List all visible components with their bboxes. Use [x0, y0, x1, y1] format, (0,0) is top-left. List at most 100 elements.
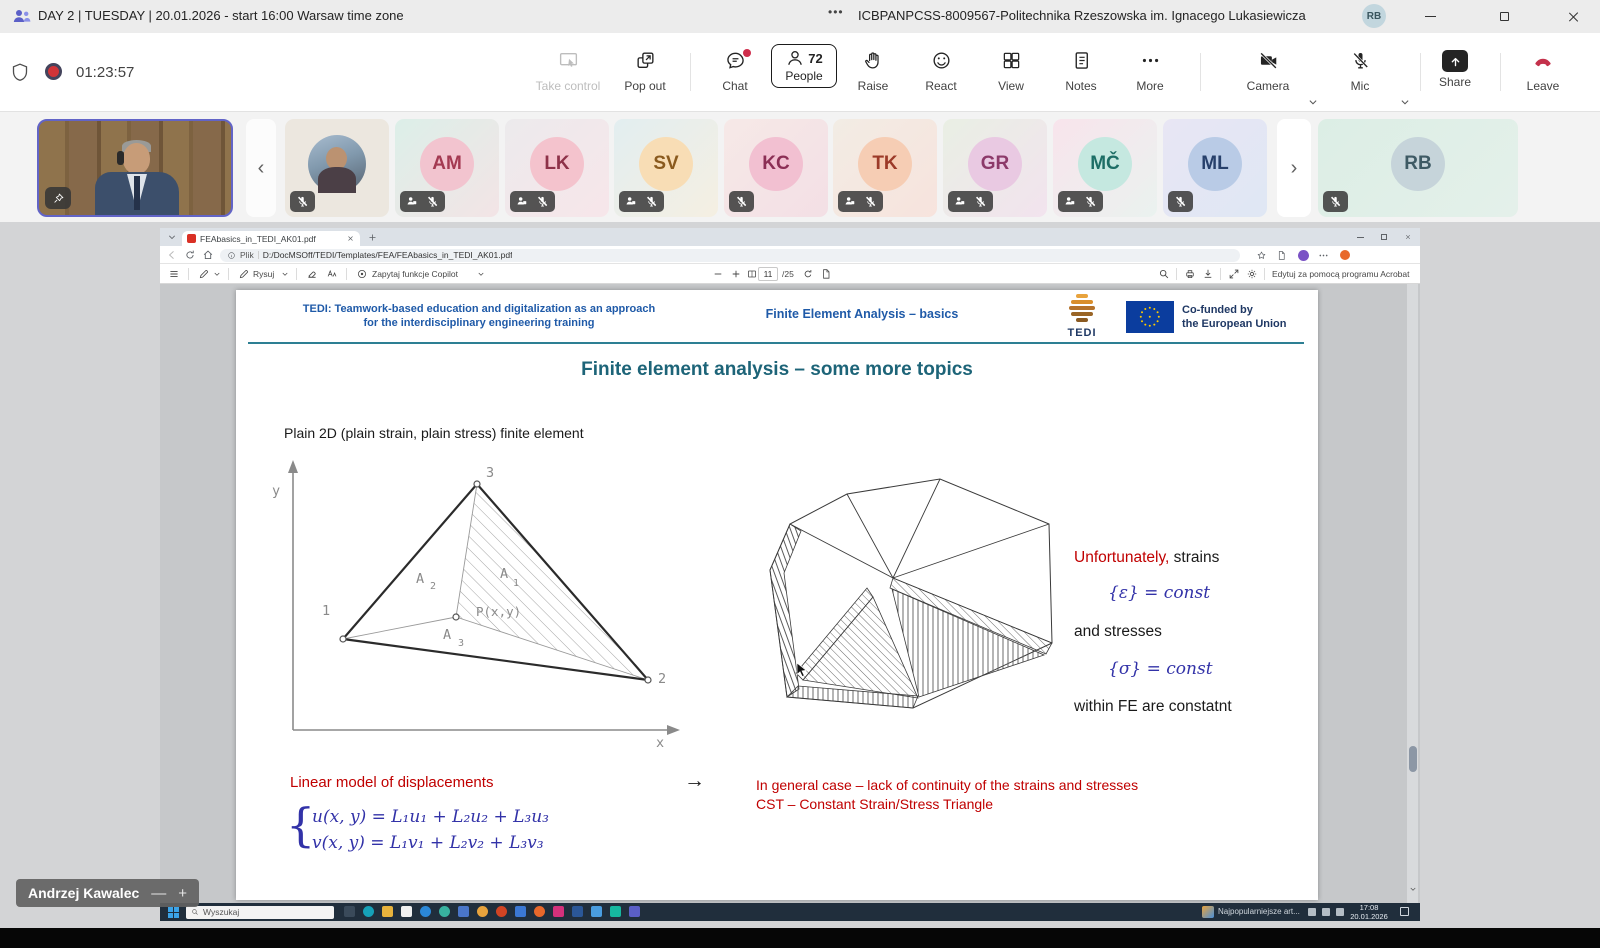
pinned-presenter-video[interactable]	[37, 119, 233, 217]
taskbar-app-icon[interactable]	[382, 906, 393, 917]
taskbar-news-widget[interactable]: Najpopularniejsze art...	[1202, 906, 1300, 918]
draw-pen-icon[interactable]	[238, 268, 250, 280]
pop-out-button[interactable]: Pop out	[613, 50, 677, 93]
tray-up-icon[interactable]	[1308, 908, 1316, 916]
eraser-icon[interactable]	[306, 268, 318, 280]
camera-options-chevron-icon[interactable]	[1306, 95, 1320, 109]
participant-tile[interactable]: LK	[505, 119, 609, 217]
taskbar-app-icon[interactable]	[439, 906, 450, 917]
participant-tile[interactable]	[285, 119, 389, 217]
leave-button[interactable]: Leave	[1515, 50, 1571, 93]
acrobat-edit-label[interactable]: Edytuj za pomocą programu Acrobat	[1272, 269, 1410, 279]
filmstrip-next-button[interactable]: ›	[1277, 119, 1311, 217]
more-button[interactable]: More	[1118, 50, 1182, 93]
participant-tile[interactable]: ML	[1163, 119, 1267, 217]
taskbar-app-icon[interactable]	[534, 906, 545, 917]
copilot-label[interactable]: Zapytaj funkcje Copilot	[372, 269, 458, 279]
participant-tile[interactable]: SV	[614, 119, 718, 217]
page-number-input[interactable]: 11	[758, 267, 778, 281]
copilot-chat-icon[interactable]	[1340, 250, 1350, 260]
pdf-menu-icon[interactable]	[168, 268, 180, 280]
take-control-button[interactable]: Take control	[533, 50, 603, 93]
browser-minimize-button[interactable]	[1348, 228, 1372, 246]
filmstrip-prev-button[interactable]: ‹	[246, 119, 276, 217]
back-icon[interactable]	[166, 249, 178, 261]
react-button[interactable]: React	[909, 50, 973, 93]
zoom-in-icon[interactable]	[730, 268, 742, 280]
share-button[interactable]: Share	[1427, 50, 1483, 89]
highlighter-icon[interactable]	[198, 268, 210, 280]
participant-tile[interactable]: AM	[395, 119, 499, 217]
taskbar-app-icon[interactable]	[477, 906, 488, 917]
browser-close-button[interactable]	[1396, 228, 1420, 246]
fit-page-icon[interactable]	[746, 268, 758, 280]
scrollbar-down-icon[interactable]	[1408, 884, 1418, 894]
copilot-icon[interactable]	[356, 268, 368, 280]
home-icon[interactable]	[202, 249, 214, 261]
notification-center-icon[interactable]	[1400, 907, 1409, 916]
participant-tile[interactable]: MČ	[1053, 119, 1157, 217]
pdf-scrollbar[interactable]	[1407, 284, 1418, 903]
search-icon[interactable]	[1158, 268, 1170, 280]
draw-chevron-icon[interactable]	[280, 268, 290, 280]
new-tab-icon[interactable]	[367, 232, 378, 243]
taskbar-app-icon[interactable]	[344, 906, 355, 917]
volume-icon[interactable]	[1336, 908, 1344, 916]
scrollbar-thumb[interactable]	[1409, 746, 1417, 772]
taskbar-app-icon[interactable]	[553, 906, 564, 917]
notes-button[interactable]: Notes	[1049, 50, 1113, 93]
mic-options-chevron-icon[interactable]	[1398, 95, 1412, 109]
profile-avatar-icon[interactable]	[1298, 250, 1309, 261]
draw-label[interactable]: Rysuj	[253, 269, 274, 279]
mic-button[interactable]: Mic	[1328, 50, 1392, 93]
participant-tile[interactable]: TK	[833, 119, 937, 217]
taskbar-clock[interactable]: 17:0820.01.2026	[1346, 904, 1392, 921]
participant-tile[interactable]: GR	[943, 119, 1047, 217]
taskbar-app-icon[interactable]	[591, 906, 602, 917]
user-avatar[interactable]: RB	[1362, 4, 1386, 28]
favorites-star-icon[interactable]	[1256, 250, 1267, 261]
people-button[interactable]: 72 People	[771, 44, 837, 88]
page-view-icon[interactable]	[820, 268, 832, 280]
taskbar-app-icon[interactable]	[629, 906, 640, 917]
save-icon[interactable]	[1202, 268, 1214, 280]
network-icon[interactable]	[1322, 908, 1330, 916]
view-button[interactable]: View	[979, 50, 1043, 93]
zoom-out-icon[interactable]	[712, 268, 724, 280]
print-icon[interactable]	[1184, 268, 1196, 280]
highlighter-chevron-icon[interactable]	[212, 268, 222, 280]
taskbar-app-icon[interactable]	[420, 906, 431, 917]
participant-tile[interactable]: RB	[1318, 119, 1518, 217]
expand-icon[interactable]	[1228, 268, 1240, 280]
url-field[interactable]: Plik D:/DocMSOff/TEDI/Templates/FEA/FEAb…	[220, 249, 1240, 262]
taskbar-app-icon[interactable]	[610, 906, 621, 917]
minimize-button[interactable]	[1408, 0, 1452, 33]
raise-hand-button[interactable]: Raise	[841, 50, 905, 93]
refresh-icon[interactable]	[184, 249, 196, 261]
zoom-out-control[interactable]: —	[151, 885, 166, 902]
collections-icon[interactable]	[1276, 250, 1287, 261]
zoom-in-control[interactable]: +	[178, 885, 187, 902]
titlebar-menu-dots[interactable]: •••	[828, 5, 844, 19]
rotate-icon[interactable]	[802, 268, 814, 280]
tab-search-chevron-icon[interactable]	[166, 231, 178, 243]
taskbar-app-icon[interactable]	[458, 906, 469, 917]
taskbar-app-icon[interactable]	[401, 906, 412, 917]
start-button-icon[interactable]	[168, 907, 179, 918]
browser-tab[interactable]: FEAbasics_in_TEDI_AK01.pdf	[182, 231, 360, 246]
browser-more-dots-icon[interactable]	[1318, 250, 1329, 261]
taskbar-app-icon[interactable]	[515, 906, 526, 917]
close-button[interactable]	[1552, 0, 1596, 33]
copilot-chevron-icon[interactable]	[476, 268, 486, 280]
text-tool-icon[interactable]	[326, 268, 338, 280]
participant-tile[interactable]: KC	[724, 119, 828, 217]
taskbar-app-icon[interactable]	[363, 906, 374, 917]
camera-button[interactable]: Camera	[1236, 50, 1300, 93]
tab-close-icon[interactable]	[346, 234, 355, 243]
browser-restore-button[interactable]	[1372, 228, 1396, 246]
restore-button[interactable]	[1482, 0, 1526, 33]
taskbar-app-icon[interactable]	[572, 906, 583, 917]
settings-gear-icon[interactable]	[1246, 268, 1258, 280]
taskbar-search-box[interactable]: Wyszukaj	[186, 906, 334, 919]
taskbar-app-icon[interactable]	[496, 906, 507, 917]
